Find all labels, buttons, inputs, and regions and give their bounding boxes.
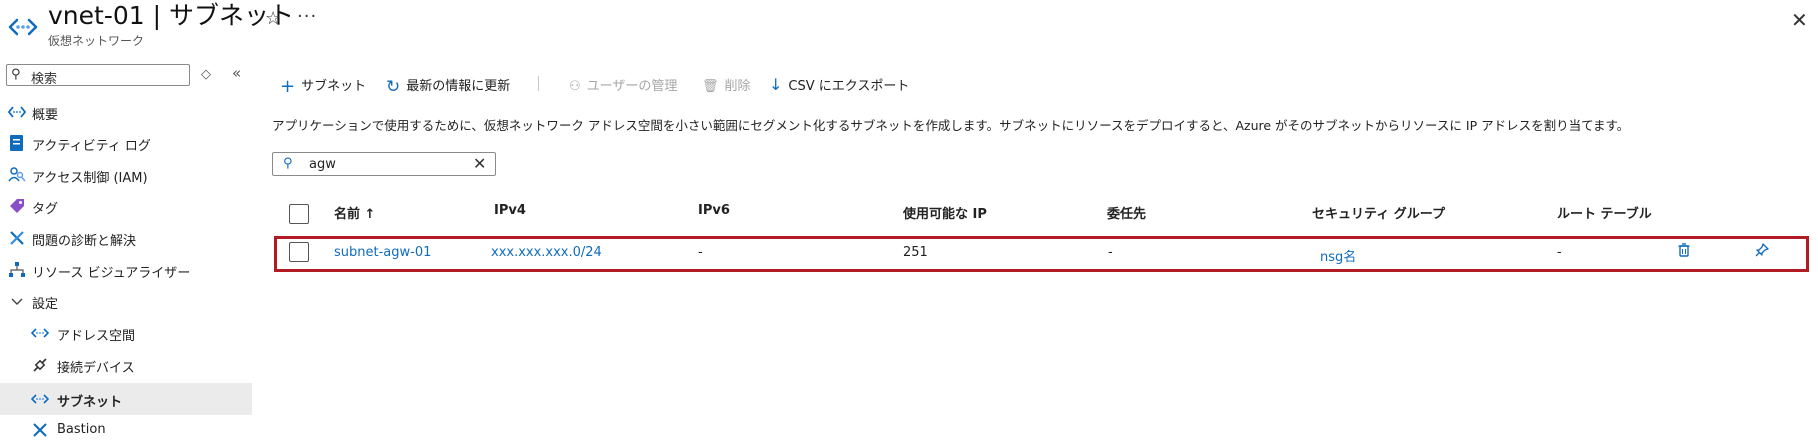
address-space-icon: [31, 328, 49, 338]
sidebar-item-label: サブネット: [57, 395, 123, 410]
refresh-icon: ↻: [386, 77, 401, 97]
select-all-checkbox[interactable]: [289, 204, 309, 224]
column-header-security-group[interactable]: セキュリティ グループ: [1312, 203, 1445, 222]
add-subnet-button[interactable]: + サブネット: [280, 75, 366, 97]
sidebar-item-label: リソース ビジュアライザー: [32, 266, 191, 281]
sidebar-item-address-space[interactable]: アドレス空間: [0, 318, 252, 348]
bastion-icon: [33, 423, 47, 437]
sidebar-item-label: アクティビティ ログ: [32, 139, 151, 154]
sidebar-item-label: 接続デバイス: [57, 361, 135, 376]
vnet-icon: [8, 18, 38, 36]
visualizer-icon: [9, 262, 25, 277]
page-description: アプリケーションで使用するために、仮想ネットワーク アドレス空間を小さい範囲にセ…: [272, 118, 1630, 133]
download-icon: ↓: [769, 75, 783, 94]
plug-icon: [33, 358, 47, 372]
sidebar-collapse-icon[interactable]: «: [232, 64, 241, 82]
column-header-ipv6[interactable]: IPv6: [698, 203, 730, 218]
search-icon: ⚲: [11, 67, 21, 82]
sidebar-item-tags[interactable]: タグ: [0, 191, 252, 221]
row-checkbox[interactable]: [289, 242, 309, 262]
subnet-ipv4-link[interactable]: xxx.xxx.xxx.0/24: [491, 245, 602, 260]
sidebar-item-resource-visualizer[interactable]: リソース ビジュアライザー: [0, 255, 252, 285]
export-csv-button[interactable]: ↓ CSV にエクスポート: [769, 75, 909, 94]
pin-icon[interactable]: [1754, 242, 1770, 258]
sidebar-item-label: Bastion: [57, 422, 106, 437]
sidebar-item-activity-log[interactable]: アクティビティ ログ: [0, 128, 252, 158]
subnet-name-link[interactable]: subnet-agw-01: [334, 245, 431, 260]
chevron-down-icon: [11, 298, 23, 305]
column-header-route-table[interactable]: ルート テーブル: [1557, 203, 1652, 222]
sidebar-item-label: アドレス空間: [57, 329, 136, 344]
column-header-available-ips[interactable]: 使用可能な IP: [903, 203, 987, 222]
subnet-filter-input[interactable]: ⚲ agw ✕: [272, 152, 496, 176]
subnet-nsg-link[interactable]: nsg名: [1320, 246, 1356, 265]
sidebar-item-connected-devices[interactable]: 接続デバイス: [0, 350, 252, 380]
filter-value: agw: [309, 157, 336, 172]
sidebar-item-bastion[interactable]: Bastion: [0, 415, 252, 445]
sidebar-item-iam[interactable]: アクセス制御 (IAM): [0, 160, 252, 190]
subnet-available-ips-cell: 251: [903, 245, 928, 260]
sidebar-item-label: アクセス制御 (IAM): [32, 171, 148, 186]
page-title: vnet-01 | サブネット: [48, 1, 294, 30]
sidebar-item-label: 設定: [32, 297, 59, 312]
sidebar-item-subnets[interactable]: サブネット: [0, 383, 252, 415]
more-options-icon[interactable]: ···: [297, 6, 317, 27]
wrench-icon: [10, 231, 24, 245]
vnet-icon: [8, 106, 26, 118]
sidebar-item-label: 概要: [32, 108, 59, 123]
activity-log-icon: [10, 135, 23, 151]
sidebar-item-diagnose[interactable]: 問題の診断と解決: [0, 223, 252, 253]
sidebar-item-label: タグ: [32, 202, 59, 217]
column-header-delegated-to[interactable]: 委任先: [1107, 203, 1146, 222]
column-header-name[interactable]: 名前 ↑: [334, 203, 375, 222]
manage-users-button[interactable]: ⚇ ユーザーの管理: [569, 75, 677, 94]
close-icon[interactable]: ✕: [1791, 8, 1808, 32]
subnet-route-table-cell: -: [1557, 245, 1562, 260]
tag-icon: [10, 199, 24, 213]
plus-icon: +: [280, 76, 296, 97]
page-subtitle: 仮想ネットワーク: [48, 34, 145, 48]
sidebar-group-settings[interactable]: 設定: [0, 286, 252, 316]
subnet-delegated-to-cell: -: [1108, 245, 1113, 260]
search-icon: ⚲: [283, 156, 293, 171]
sidebar-search-placeholder: 検索: [31, 72, 58, 87]
refresh-button[interactable]: ↻ 最新の情報に更新: [386, 75, 510, 97]
delete-button[interactable]: 🗑 削除: [702, 75, 751, 94]
sidebar-item-label: 問題の診断と解決: [32, 234, 137, 249]
subnet-icon: [31, 394, 49, 404]
column-header-ipv4[interactable]: IPv4: [494, 203, 526, 218]
row-delete-icon[interactable]: [1676, 242, 1692, 258]
toolbar-separator: [538, 76, 539, 91]
sidebar-item-overview[interactable]: 概要: [0, 97, 252, 127]
subnet-ipv6-cell: -: [698, 245, 703, 260]
sidebar-sort-icon[interactable]: ◇: [201, 67, 211, 82]
clear-filter-icon[interactable]: ✕: [473, 154, 486, 173]
user-manage-icon: ⚇: [569, 79, 581, 94]
favorite-star-icon[interactable]: ☆: [265, 8, 281, 29]
sidebar-search-input[interactable]: ⚲ 検索: [6, 64, 190, 87]
trash-icon: 🗑: [702, 79, 719, 94]
iam-icon: [8, 167, 26, 182]
